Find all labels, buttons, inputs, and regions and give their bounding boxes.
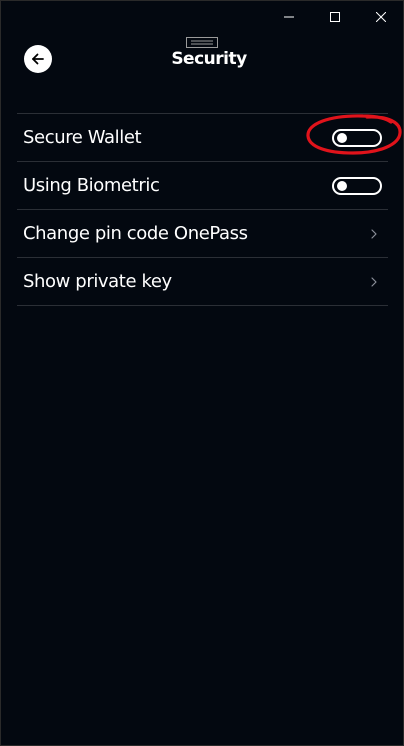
- drag-handle-icon: [186, 37, 218, 48]
- title-bar: [1, 1, 403, 33]
- minimize-icon: [284, 16, 294, 18]
- settings-list: Secure Wallet Using Biometric Change pin…: [17, 113, 388, 306]
- maximize-icon: [330, 12, 340, 22]
- setting-row-show-private-key[interactable]: Show private key: [17, 257, 388, 306]
- setting-label: Show private key: [23, 271, 172, 292]
- setting-label: Change pin code OnePass: [23, 223, 248, 244]
- setting-label: Using Biometric: [23, 175, 160, 196]
- chevron-right-icon: [371, 277, 377, 287]
- drag-handle[interactable]: [186, 33, 218, 48]
- maximize-button[interactable]: [312, 1, 358, 33]
- toggle-knob: [337, 133, 347, 143]
- app-window: Security Secure Wallet Using Biometric C…: [0, 0, 404, 746]
- toggle-knob: [337, 181, 347, 191]
- chevron-right-icon: [371, 229, 377, 239]
- setting-row-change-pin-code[interactable]: Change pin code OnePass: [17, 209, 388, 257]
- setting-label: Secure Wallet: [23, 127, 142, 148]
- setting-row-using-biometric[interactable]: Using Biometric: [17, 161, 388, 209]
- close-button[interactable]: [358, 1, 403, 33]
- minimize-button[interactable]: [266, 1, 312, 33]
- secure-wallet-toggle[interactable]: [332, 129, 382, 147]
- page-title: Security: [171, 49, 247, 69]
- using-biometric-toggle[interactable]: [332, 177, 382, 195]
- close-icon: [376, 12, 386, 22]
- setting-row-secure-wallet[interactable]: Secure Wallet: [17, 113, 388, 161]
